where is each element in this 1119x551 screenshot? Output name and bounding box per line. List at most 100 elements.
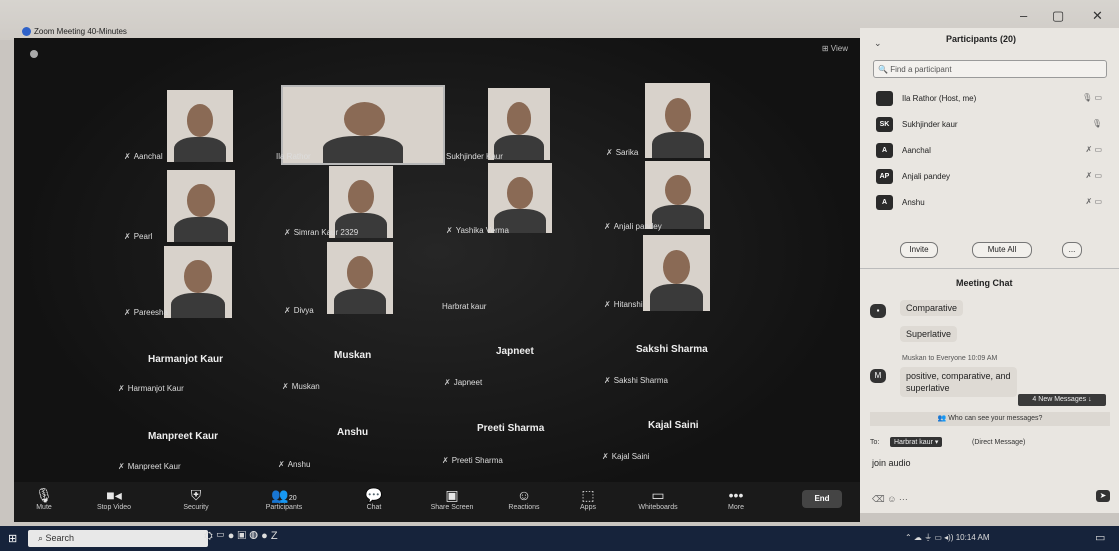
close-button[interactable]: ✕ [1092, 8, 1103, 24]
stop-video-button[interactable]: ■◂ Stop Video [84, 486, 144, 511]
participant-body [173, 136, 227, 162]
video-tile-aanchal[interactable] [167, 90, 233, 162]
chat-line: positive, comparative, and [906, 371, 1011, 381]
participant-name: Ila Rathor (Host, me) [902, 94, 977, 103]
people-icon: 👥20 [271, 487, 297, 503]
video-tile-sukhjinder-kaur[interactable] [488, 88, 550, 160]
tile-name: Sukhjinder Kaur [446, 152, 503, 161]
chat-panel-title: Meeting Chat [956, 278, 1013, 288]
video-tile-anjali-pandey[interactable] [645, 161, 710, 229]
tile-label: ✗ Pareesha [124, 308, 168, 317]
tile-big-name: Kajal Saini [648, 420, 699, 431]
mic-muted-icon: ✗ [444, 378, 451, 387]
chat-message: Comparative [900, 300, 964, 316]
participant-name: Anshu [902, 198, 925, 207]
notification-icon[interactable]: ▭ [1095, 531, 1105, 544]
tile-label: ✗ Harmanjot Kaur [118, 384, 184, 393]
chat-button[interactable]: 💬 Chat [344, 486, 404, 511]
mic-muted-icon: ✗ [124, 308, 131, 317]
chat-sender-line: Muskan to Everyone 10:09 AM [902, 355, 998, 362]
end-meeting-button[interactable]: End [802, 490, 842, 508]
reactions-button[interactable]: ☺ Reactions [494, 486, 554, 511]
chat-input[interactable]: join audio [872, 458, 911, 468]
meeting-toolbar: 🎙 Mute ■◂ Stop Video ⛨ Security 👥20 Particip… [14, 482, 860, 522]
taskbar-search-input[interactable]: ⌕ Search [28, 530, 208, 547]
mic-muted-icon: ✗ [604, 300, 611, 309]
find-participant-input[interactable]: 🔍 Find a participant [873, 60, 1107, 78]
view-button[interactable]: ⊞ View [822, 44, 848, 53]
share-screen-button[interactable]: ▣ Share Screen [422, 486, 482, 511]
tile-label: Sukhjinder Kaur [446, 152, 503, 161]
avatar: A [876, 143, 893, 158]
tile-big-name: Japneet [496, 346, 534, 357]
recipient-dropdown[interactable]: Harbrat kaur ▾ [890, 437, 943, 447]
participant-face [187, 184, 215, 217]
minimize-button[interactable]: – [1020, 8, 1027, 23]
tile-name: Harbrat kaur [442, 302, 487, 311]
who-can-see-link[interactable]: 👥 Who can see your messages? [870, 412, 1110, 426]
participant-face [343, 102, 386, 137]
mute-all-button[interactable]: Mute All [972, 242, 1032, 258]
tile-label: ✗ Preeti Sharma [442, 456, 503, 465]
taskbar-app-icons[interactable]: ⛭ ▭ ● ▣ ◍ ● Z [204, 530, 278, 543]
maximize-button[interactable]: ▢ [1052, 8, 1064, 24]
avatar: AP [876, 169, 893, 184]
whiteboard-icon: ▭ [651, 487, 665, 503]
video-tile-hitanshi[interactable] [643, 235, 710, 311]
tile-name: Anjali pandey [613, 222, 662, 231]
tile-big-name: Anshu [337, 427, 369, 438]
new-messages-label: 4 New Messages [1032, 396, 1087, 403]
participant-row[interactable]: A Anshu ✗ ▭ [876, 194, 1106, 212]
video-tile-yashika-verma[interactable] [488, 163, 552, 233]
participant-row[interactable]: SK Sukhjinder kaur 🎙 [876, 116, 1106, 134]
smiley-icon: ☺ [516, 487, 532, 503]
video-tile-pearl[interactable] [167, 170, 235, 242]
video-tile-divya[interactable] [327, 242, 393, 314]
find-placeholder: Find a participant [890, 65, 952, 74]
tile-label: ✗ Kajal Saini [602, 452, 650, 461]
tile-big-name: Muskan [334, 350, 372, 361]
format-icons[interactable]: ⌫ ☺ ⋯ [872, 494, 908, 505]
mute-button[interactable]: 🎙 Mute [14, 486, 74, 511]
security-button[interactable]: ⛨ Security [166, 486, 226, 511]
apps-button[interactable]: ⬚ Apps [558, 486, 618, 511]
mic-muted-icon: ✗ [118, 384, 125, 393]
tile-label: Harbrat kaur [442, 302, 486, 311]
tile-name: Yashika Verma [455, 226, 509, 235]
shield-icon: ⛨ [190, 487, 202, 503]
participant-face [184, 260, 212, 293]
tile-label: ✗ Simran Kaur 2329 [284, 228, 358, 237]
participants-panel-title: Participants (20) [946, 34, 1017, 44]
video-tile-pareesha[interactable] [164, 246, 232, 318]
avatar: SK [876, 117, 893, 132]
participant-face [663, 250, 690, 285]
mic-muted-icon: ✗ [118, 462, 125, 471]
more-button[interactable]: ••• More [706, 486, 766, 511]
search-label: Search [45, 533, 75, 543]
mic-muted-icon: ✗ [442, 456, 449, 465]
new-messages-button[interactable]: 4 New Messages ↓ [1018, 394, 1106, 406]
chat-avatar: ▪ [870, 304, 886, 318]
participant-row[interactable]: A Aanchal ✗ ▭ [876, 142, 1106, 160]
whiteboards-button[interactable]: ▭ Whiteboards [628, 486, 688, 511]
chat-line: superlative [906, 383, 950, 393]
more-options-button[interactable]: ... [1062, 242, 1082, 258]
tile-name: Ila Rathor [276, 152, 311, 161]
invite-button[interactable]: Invite [900, 242, 938, 258]
recipient-name: Harbrat kaur [894, 439, 933, 446]
tile-label: Ila Rathor [276, 152, 311, 161]
video-tile-sarika[interactable] [645, 83, 710, 158]
send-icon[interactable]: ➤ [1096, 490, 1110, 502]
participant-row[interactable]: AP Anjali pandey ✗ ▭ [876, 168, 1106, 186]
windows-start-icon[interactable]: ⊞ [8, 532, 17, 545]
tile-name: Anshu [287, 460, 311, 469]
encryption-shield-icon[interactable] [30, 50, 38, 58]
microphone-icon: 🎙 [35, 487, 53, 503]
tile-name: Pearl [133, 232, 153, 241]
participant-row[interactable]: Ila Rathor (Host, me) 🎙 ▭ [876, 90, 1106, 108]
collapse-chevron-icon[interactable]: ⌄ [874, 38, 882, 49]
view-label: View [830, 44, 848, 53]
participants-button[interactable]: 👥20 Participants [254, 486, 314, 511]
avatar: A [876, 195, 893, 210]
chat-bubble-icon: 💬 [365, 487, 383, 503]
